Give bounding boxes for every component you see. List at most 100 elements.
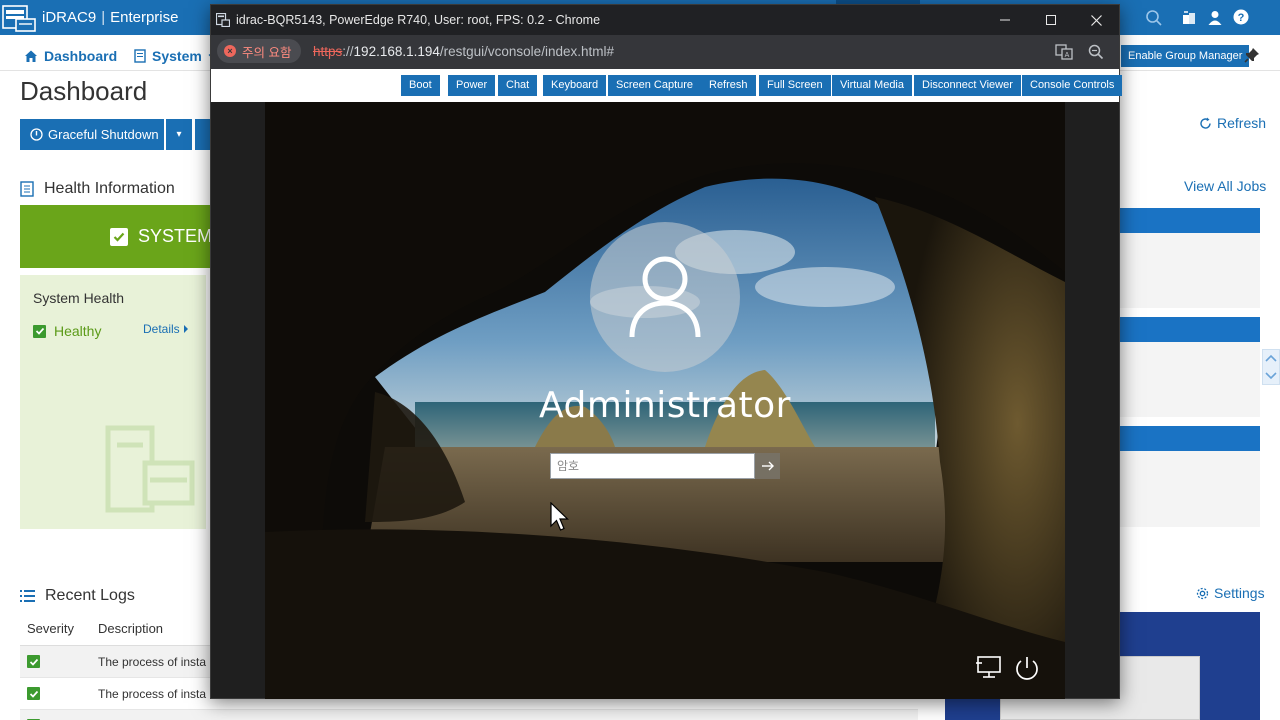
table-row[interactable] <box>20 710 918 720</box>
login-username: Administrator <box>539 385 791 426</box>
url-scheme: https <box>313 44 343 59</box>
column-severity: Severity <box>27 621 74 636</box>
column-description: Description <box>98 621 164 636</box>
job-header-bar <box>1120 426 1260 451</box>
power-options-icon[interactable] <box>1013 655 1041 681</box>
nav-dashboard[interactable]: Dashboard <box>24 48 117 64</box>
boot-button[interactable]: Boot <box>401 75 440 96</box>
nav-dashboard-label: Dashboard <box>44 48 118 64</box>
idrac-logo-icon <box>2 3 36 33</box>
graceful-shutdown-button[interactable]: Graceful Shutdown <box>20 119 164 150</box>
translate-icon[interactable]: A <box>1055 43 1073 61</box>
full-screen-button[interactable]: Full Screen <box>759 75 831 96</box>
healthy-check-icon <box>33 324 46 338</box>
power-button[interactable]: Power <box>448 75 496 96</box>
system-icon <box>134 49 146 63</box>
caret-right-icon <box>184 325 189 333</box>
search-icon[interactable] <box>1145 9 1163 27</box>
close-icon[interactable] <box>1073 5 1119 35</box>
scroll-arrows[interactable] <box>1262 349 1280 385</box>
url-host: 192.168.1.194 <box>353 44 440 59</box>
idrac-brand: iDRAC9 | Enterprise <box>42 9 179 26</box>
view-all-jobs-link[interactable]: View All Jobs <box>1184 178 1266 194</box>
url-path: /restgui/vconsole/index.html# <box>439 44 614 59</box>
log-description: The process of insta <box>98 655 207 669</box>
console-controls-button[interactable]: Console Controls <box>1022 75 1123 96</box>
job-panel <box>1120 342 1260 417</box>
chrome-title-bar[interactable]: idrac-BQR5143, PowerEdge R740, User: roo… <box>211 5 1119 35</box>
system-banner-label: SYSTEM <box>137 226 212 246</box>
recent-logs-heading: Recent Logs <box>20 587 135 605</box>
refresh-link[interactable]: Refresh <box>1199 115 1266 131</box>
not-secure-icon: × <box>224 45 236 57</box>
system-health-status: Healthy <box>33 323 101 339</box>
chat-button[interactable]: Chat <box>498 75 538 96</box>
url-text[interactable]: https://192.168.1.194/restgui/vconsole/i… <box>313 44 614 59</box>
zoom-icon[interactable] <box>1087 43 1105 61</box>
more-actions-button[interactable] <box>195 119 211 150</box>
nav-system-label: System <box>152 48 202 64</box>
severity-ok-icon <box>27 655 40 668</box>
logs-table-header: Severity Description <box>20 612 210 646</box>
pin-icon[interactable] <box>1244 47 1260 63</box>
log-description: The process of insta <box>98 687 207 701</box>
health-information-title: Health Information <box>44 180 175 197</box>
settings-link[interactable]: Settings <box>1196 585 1265 601</box>
home-icon <box>25 50 37 62</box>
svg-text:?: ? <box>1238 12 1245 24</box>
power-icon <box>30 128 43 141</box>
job-panel <box>1120 451 1260 527</box>
refresh-icon <box>1200 117 1211 129</box>
health-details-label: Details <box>143 322 180 336</box>
disconnect-viewer-button[interactable]: Disconnect Viewer <box>914 75 1021 96</box>
chrome-popup-window: idrac-BQR5143, PowerEdge R740, User: roo… <box>210 4 1123 699</box>
refresh-button[interactable]: Refresh <box>701 75 756 96</box>
security-warning-chip[interactable]: × 주의 요함 <box>217 39 302 63</box>
network-icon[interactable] <box>976 655 1004 681</box>
password-field[interactable] <box>550 453 755 479</box>
recent-logs-title: Recent Logs <box>45 587 135 604</box>
check-icon <box>110 227 128 246</box>
job-panel <box>1120 233 1260 308</box>
keyboard-button[interactable]: Keyboard <box>543 75 607 96</box>
screen-capture-button[interactable]: Screen Capture <box>608 75 702 96</box>
brand-edition: Enterprise <box>110 9 179 26</box>
security-warning-label: 주의 요함 <box>242 45 292 60</box>
virtual-console-toolbar: Boot Power Chat Keyboard Screen Capture … <box>211 69 1123 102</box>
job-header-bar <box>1120 317 1260 342</box>
severity-ok-icon <box>27 687 40 700</box>
remote-console-screen[interactable]: Administrator <box>265 102 1065 699</box>
shutdown-options-dropdown[interactable]: ▾ <box>166 119 192 150</box>
system-health-banner: SYSTEM <box>20 205 212 268</box>
minimize-icon[interactable] <box>982 5 1028 35</box>
health-details-link[interactable]: Details <box>143 322 189 336</box>
system-health-panel: System Health Healthy Details <box>20 275 206 529</box>
tasks-icon[interactable] <box>1180 9 1198 27</box>
submit-arrow-icon[interactable] <box>755 453 780 479</box>
virtual-media-button[interactable]: Virtual Media <box>832 75 912 96</box>
graceful-shutdown-label: Graceful Shutdown <box>48 127 159 142</box>
gear-icon <box>1196 587 1209 599</box>
user-icon[interactable] <box>1206 9 1224 27</box>
server-watermark-icon <box>105 425 195 515</box>
chrome-window-title: idrac-BQR5143, PowerEdge R740, User: roo… <box>236 13 601 27</box>
svg-text:A: A <box>1065 52 1070 59</box>
job-header-bar <box>1120 208 1260 233</box>
list-icon <box>20 590 35 602</box>
help-icon[interactable]: ? <box>1232 8 1250 26</box>
mouse-cursor-icon <box>550 501 570 532</box>
refresh-link-label: Refresh <box>1217 115 1267 131</box>
health-information-heading: Health Information <box>20 180 175 198</box>
maximize-icon[interactable] <box>1028 5 1074 35</box>
enable-group-manager-button[interactable]: Enable Group Manager <box>1121 45 1250 67</box>
virtual-console-favicon-icon <box>215 12 231 28</box>
brand-name: iDRAC9 <box>42 9 97 26</box>
chrome-address-bar[interactable]: × 주의 요함 https://192.168.1.194/restgui/vc… <box>211 35 1119 69</box>
nav-system[interactable]: System <box>134 48 217 64</box>
system-health-label: System Health <box>33 290 125 306</box>
settings-link-label: Settings <box>1214 585 1265 601</box>
user-avatar-icon <box>590 222 740 372</box>
health-list-icon <box>20 181 34 197</box>
system-health-status-text: Healthy <box>54 323 102 339</box>
page-title: Dashboard <box>20 76 148 106</box>
